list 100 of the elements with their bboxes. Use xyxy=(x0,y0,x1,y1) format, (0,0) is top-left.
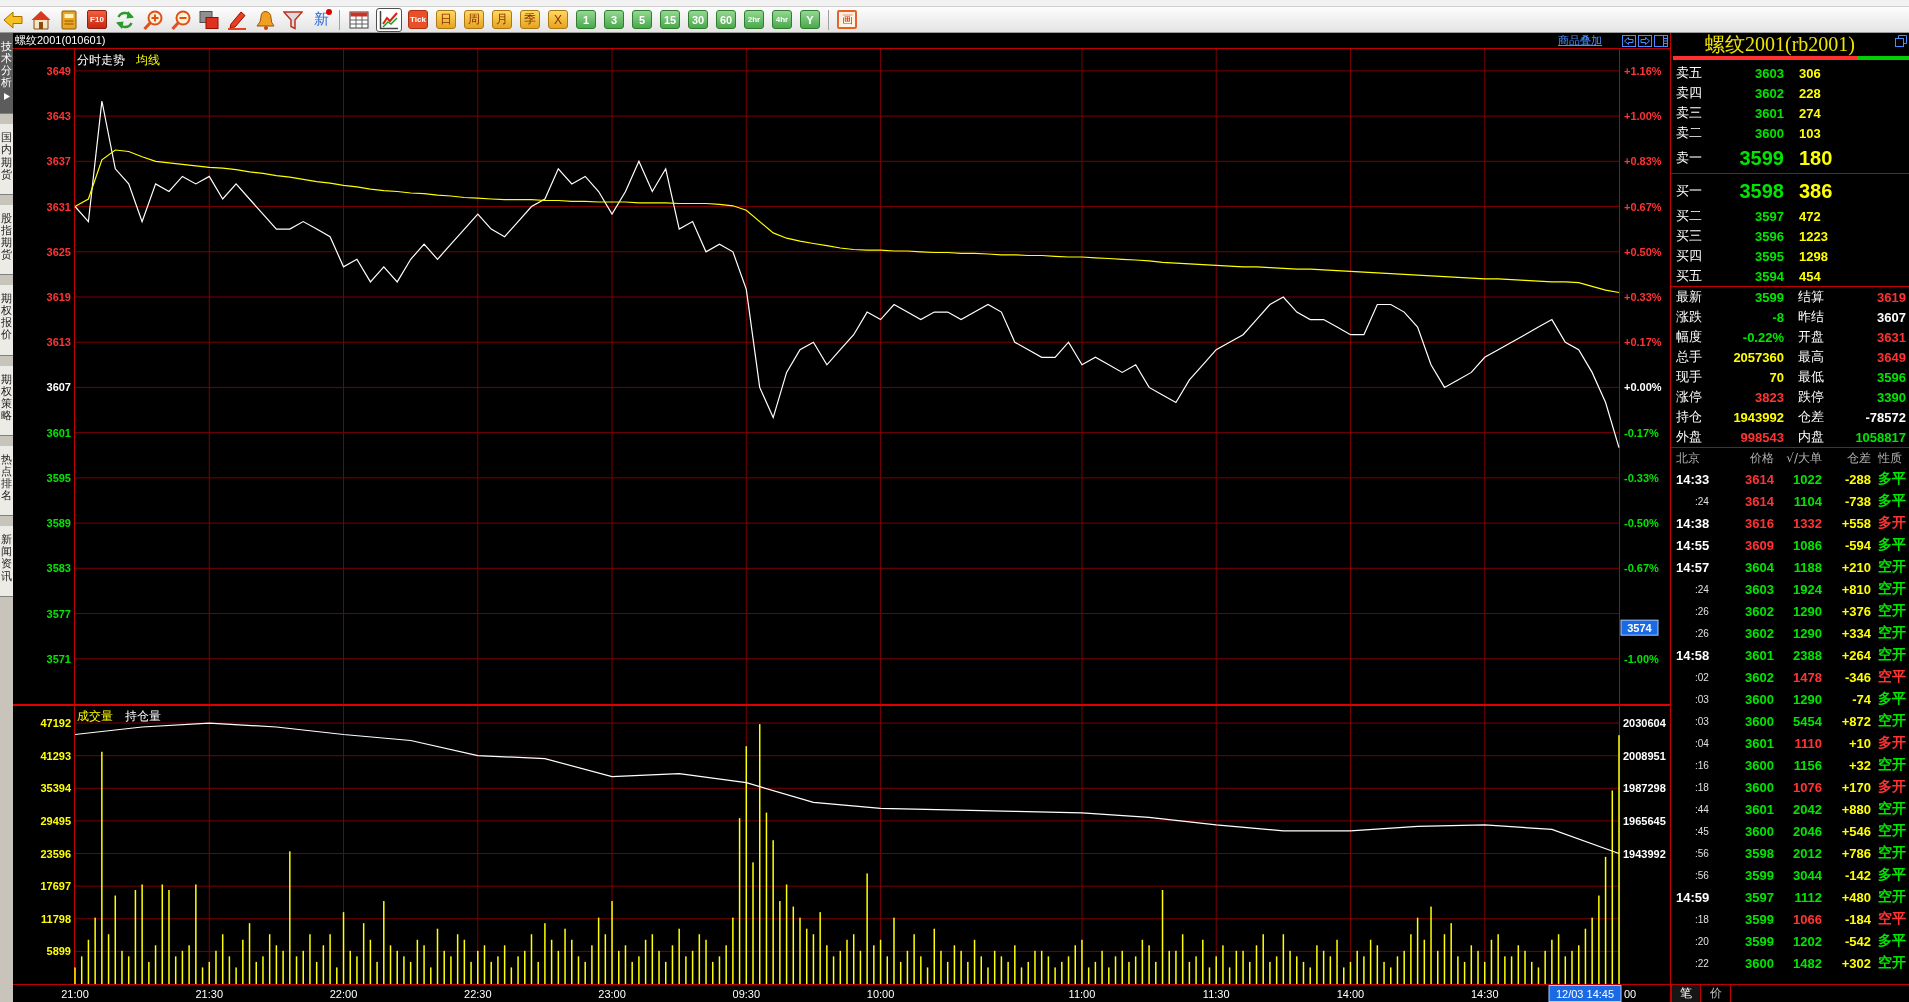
time-label: 09:30 xyxy=(732,988,761,1000)
trade-price: 3604 xyxy=(1744,559,1774,575)
order-label: 买二 xyxy=(1676,207,1703,225)
trade-volume: 1202 xyxy=(1792,933,1822,949)
sidebar-tab[interactable]: 股指期货 xyxy=(0,204,13,276)
sidebar-tab[interactable]: 国内期货 xyxy=(0,124,13,195)
zoom-in-icon[interactable] xyxy=(143,9,163,30)
axis-label: 3619 xyxy=(46,291,71,303)
trade-price: 3614 xyxy=(1744,471,1774,487)
trade-price: 3601 xyxy=(1744,735,1774,751)
period-button[interactable]: X xyxy=(548,10,568,29)
trade-oi-change: +810 xyxy=(1840,581,1871,597)
trade-type: 空平 xyxy=(1877,910,1907,928)
trade-type: 多开 xyxy=(1877,778,1907,796)
trade-volume: 5454 xyxy=(1792,713,1822,729)
column-header: √/大单 xyxy=(1785,449,1822,467)
refresh-icon[interactable] xyxy=(115,9,135,30)
axis-label: +1.16% xyxy=(1624,64,1662,77)
trade-price: 3599 xyxy=(1744,911,1774,927)
period-button[interactable]: 日 xyxy=(436,10,456,29)
stat-value: 3619 xyxy=(1876,289,1906,305)
back-arrow-icon[interactable] xyxy=(3,9,23,30)
sidebar-tab[interactable]: 新闻资讯 xyxy=(0,526,13,597)
order-price: 3601 xyxy=(1754,105,1784,121)
period-button[interactable]: Tick xyxy=(408,10,428,29)
trade-oi-change: -542 xyxy=(1843,933,1871,949)
trade-time: :26 xyxy=(1694,627,1710,639)
axis-label: +0.17% xyxy=(1624,336,1662,349)
trade-time: :02 xyxy=(1694,671,1710,683)
order-price: 3600 xyxy=(1754,125,1784,141)
order-volume: 274 xyxy=(1799,105,1822,121)
overlay-link[interactable]: 商品叠加 xyxy=(1558,33,1602,48)
left-arrow-icon[interactable] xyxy=(1622,34,1636,47)
time-label: 22:00 xyxy=(329,988,358,1000)
order-volume: 228 xyxy=(1799,85,1822,101)
trade-price: 3600 xyxy=(1744,757,1774,773)
trade-volume: 1924 xyxy=(1792,581,1822,597)
trade-oi-change: -74 xyxy=(1851,691,1871,707)
sidebar-tab[interactable]: 热点排名 xyxy=(0,445,13,517)
trade-time: 14:59 xyxy=(1676,889,1711,905)
home-icon[interactable] xyxy=(31,9,51,30)
trade-oi-change: +546 xyxy=(1840,823,1871,839)
axis-label: 35394 xyxy=(40,782,71,795)
axis-label: 3601 xyxy=(46,426,71,439)
restore-icon[interactable] xyxy=(1895,35,1907,47)
trade-oi-change: +302 xyxy=(1840,955,1871,971)
windows-icon[interactable] xyxy=(199,9,219,30)
trade-type: 空开 xyxy=(1877,756,1907,774)
period-button[interactable]: 周 xyxy=(464,10,484,29)
panel-tab[interactable]: 笔 xyxy=(1671,985,1701,1002)
trade-volume: 1156 xyxy=(1792,757,1822,773)
chart-view-button[interactable] xyxy=(376,7,402,32)
stat-label: 涨停 xyxy=(1676,388,1703,406)
quote-title: 螺纹2001(rb2001) xyxy=(1704,31,1856,58)
axis-label: +0.33% xyxy=(1624,291,1662,303)
axis-label: 3643 xyxy=(46,110,71,123)
trade-volume: 1022 xyxy=(1792,471,1822,487)
axis-label: 3589 xyxy=(46,517,71,530)
trade-time: 14:38 xyxy=(1676,515,1711,531)
trade-oi-change: -288 xyxy=(1843,471,1871,487)
axis-label: 3613 xyxy=(46,336,71,349)
trade-oi-change: +32 xyxy=(1847,757,1871,773)
trade-price: 3600 xyxy=(1744,823,1774,839)
sidebar-tab[interactable]: 技术分析 xyxy=(0,33,13,115)
trade-type: 空开 xyxy=(1877,646,1907,664)
trade-type: 空开 xyxy=(1877,844,1907,862)
right-arrow-icon[interactable] xyxy=(1638,34,1652,47)
funnel-icon[interactable] xyxy=(283,9,303,30)
trade-price: 3603 xyxy=(1744,581,1774,597)
trade-oi-change: +334 xyxy=(1840,625,1871,641)
axis-label: 3625 xyxy=(46,245,71,258)
trade-type: 多开 xyxy=(1877,734,1907,752)
order-volume: 306 xyxy=(1799,65,1822,81)
order-volume: 180 xyxy=(1799,146,1834,170)
zoom-out-icon[interactable] xyxy=(171,9,191,30)
news-button[interactable]: 新 xyxy=(310,8,332,31)
book-icon[interactable] xyxy=(59,9,79,30)
trade-oi-change: +558 xyxy=(1840,515,1871,531)
trade-volume: 2012 xyxy=(1792,845,1822,861)
stat-label: 仓差 xyxy=(1797,408,1825,426)
order-price: 3602 xyxy=(1754,85,1784,101)
sidebar-tab[interactable]: 期权策略 xyxy=(0,365,13,436)
axis-label: 11798 xyxy=(41,912,71,925)
period-button[interactable]: 月 xyxy=(492,10,512,29)
instrument-title: 螺纹2001(010601) xyxy=(15,33,107,48)
f10-button[interactable]: F10 xyxy=(87,10,107,29)
trade-time: :03 xyxy=(1694,693,1710,705)
trade-oi-change: -346 xyxy=(1843,669,1871,685)
column-header: 北京 xyxy=(1676,449,1701,467)
pencil-icon[interactable] xyxy=(227,9,247,30)
period-button[interactable]: 季 xyxy=(520,10,540,29)
axis-label: 41293 xyxy=(40,749,71,762)
sidebar-tab[interactable]: 期权报价 xyxy=(0,285,13,356)
stat-label: 现手 xyxy=(1676,368,1703,386)
draw-button[interactable]: 画 xyxy=(837,10,857,29)
bell-icon[interactable] xyxy=(255,9,275,30)
time-label: 14:00 xyxy=(1336,988,1365,1000)
axis-label: 17697 xyxy=(40,880,71,893)
panel-icon[interactable] xyxy=(1654,34,1668,47)
axis-label: 2030604 xyxy=(1623,717,1666,730)
